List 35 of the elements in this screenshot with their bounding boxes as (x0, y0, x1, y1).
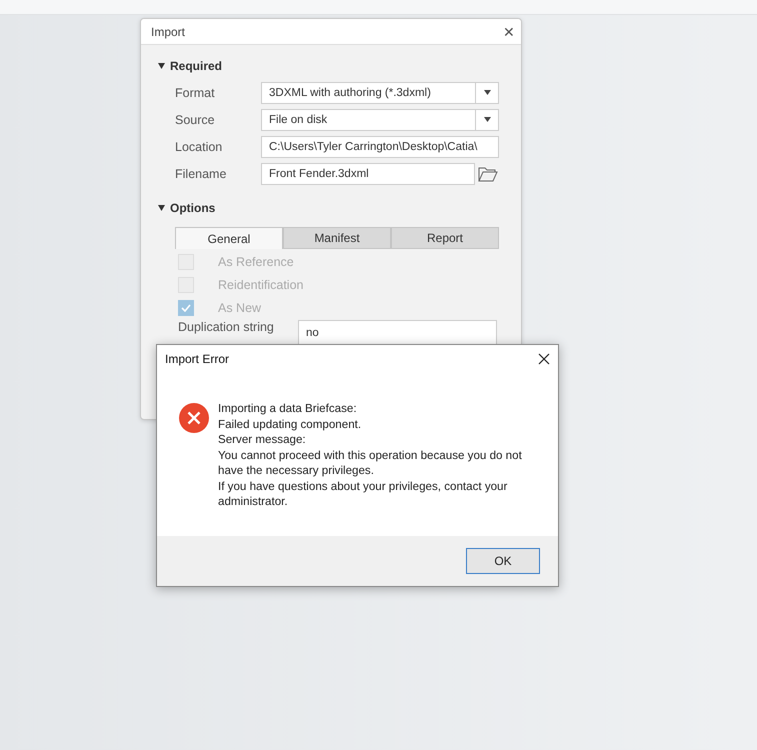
close-icon[interactable] (538, 353, 550, 365)
error-message-line: Server message: (218, 432, 307, 448)
error-message-line: If you have questions about your privileges, contact your administrator. (218, 478, 508, 510)
checkbox-label: Reidentification (218, 278, 304, 292)
tab[interactable]: Report (391, 227, 499, 249)
dropdown[interactable]: 3DXML with authoring (*.3dxml) (261, 82, 499, 104)
dropdown-arrow-icon (484, 90, 490, 95)
dropdown[interactable]: File on disk (261, 108, 499, 130)
checkbox-label: As New (218, 300, 262, 314)
input-field[interactable]: Front Fender.3dxml (261, 162, 475, 184)
checkmark-icon (181, 304, 191, 312)
tab[interactable]: Manifest (283, 227, 391, 249)
section-heading: Options (170, 201, 216, 215)
tab[interactable]: General (175, 227, 283, 249)
collapse-triangle-icon[interactable] (157, 62, 166, 70)
field-label: Filename (175, 166, 228, 180)
ok-button[interactable]: OK (466, 548, 540, 574)
error-message-line: Importing a data Briefcase: (218, 401, 358, 416)
checkbox-label: As Reference (218, 254, 294, 268)
close-button[interactable]: ✕ (503, 24, 515, 40)
error-message-line: Failed updating component. (218, 416, 362, 432)
input-field[interactable]: no (298, 320, 497, 346)
window-title: Import Error (165, 352, 230, 366)
error-message-line: You cannot proceed with this operation because you do not have the necessary privileges. (218, 448, 523, 478)
input-field[interactable]: C:\Users\Tyler Carrington\Desktop\Catia\ (261, 136, 499, 158)
field-label: Location (175, 140, 224, 154)
collapse-triangle-icon[interactable] (157, 204, 166, 212)
error-icon (179, 403, 209, 433)
field-label: Duplication string (178, 320, 275, 334)
window-title: Import (151, 24, 186, 38)
folder-icon[interactable] (478, 166, 498, 182)
field-label: Source (175, 112, 216, 126)
section-heading: Required (170, 59, 222, 73)
field-label: Format (175, 86, 216, 100)
dropdown-arrow-icon (484, 117, 490, 122)
